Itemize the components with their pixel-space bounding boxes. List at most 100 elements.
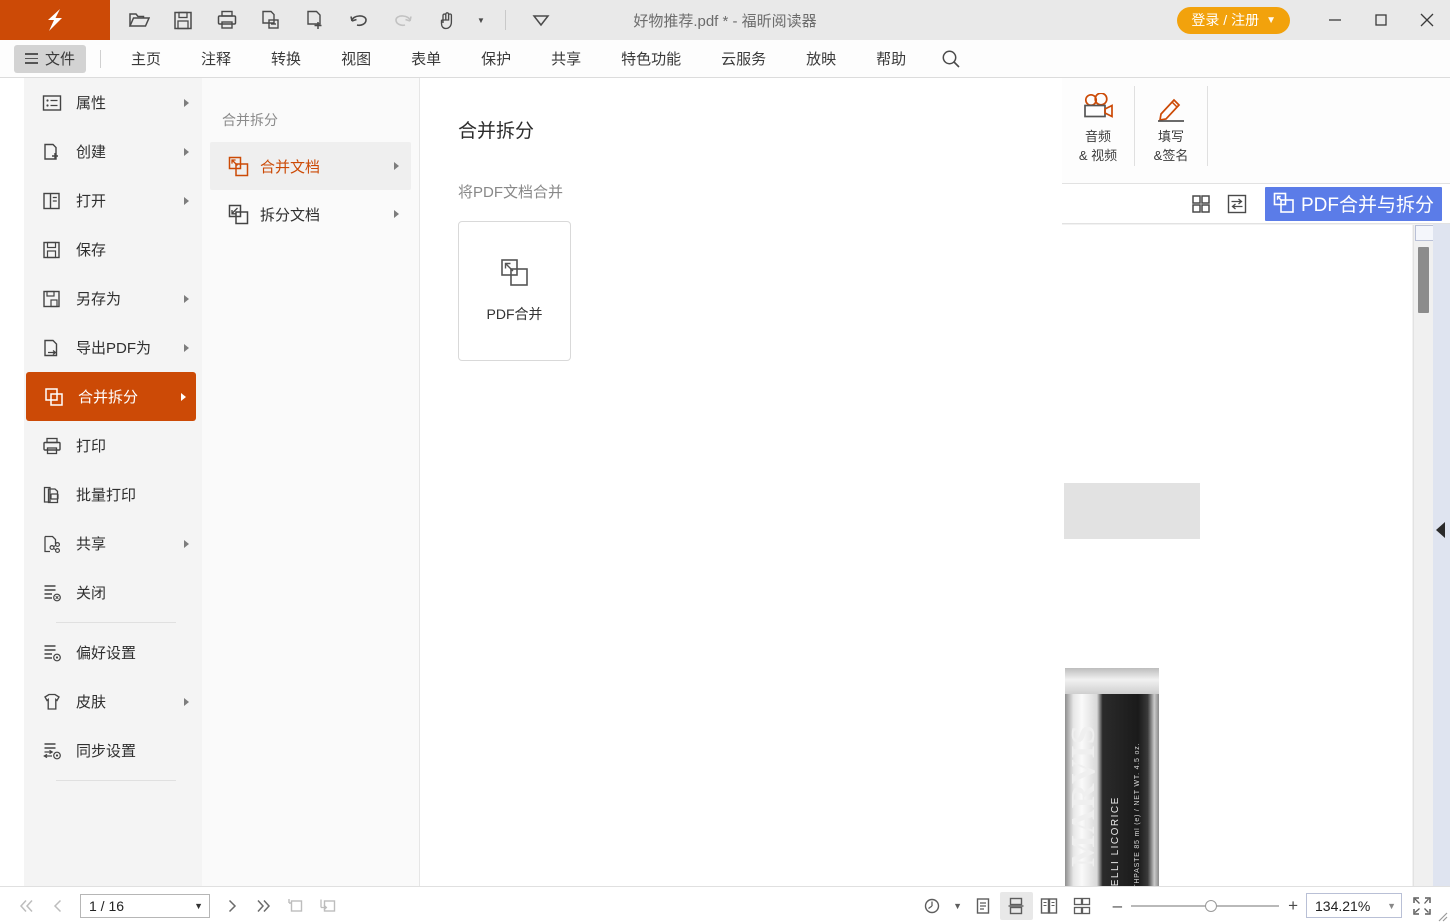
page-image-block <box>1064 483 1200 539</box>
two-page-icon[interactable] <box>1033 892 1066 920</box>
hand-tool-dropdown-icon[interactable]: ▼ <box>477 16 485 25</box>
tab-comment[interactable]: 注释 <box>181 40 251 78</box>
file-menu-item-create[interactable]: 创建 <box>24 127 202 176</box>
ribbon-fill-sign-label-2: &签名 <box>1154 147 1189 166</box>
zoom-level-input[interactable]: 134.21% ▼ <box>1306 893 1402 918</box>
print-icon[interactable] <box>212 5 242 35</box>
two-page-scroll-icon[interactable] <box>1066 892 1099 920</box>
chevron-down-icon[interactable]: ▼ <box>194 901 203 911</box>
save-icon[interactable] <box>168 5 198 35</box>
zoom-out-button[interactable]: – <box>1113 897 1122 914</box>
pdf-page-view[interactable]: MARVIS RELLI LICORICE OTHPASTE 85 ml (e)… <box>1062 225 1412 886</box>
file-menu-label: 关闭 <box>76 582 106 603</box>
zoom-slider-knob[interactable] <box>1205 900 1217 912</box>
file-menu-item-export-pdf[interactable]: 导出PDF为 <box>24 323 202 372</box>
file-menu-item-merge-split[interactable]: 合并拆分 <box>26 372 196 421</box>
product-detail-text: OTHPASTE 85 ml (e) / NET WT. 4.5 oz. <box>1134 695 1160 886</box>
tab-help[interactable]: 帮助 <box>856 40 926 78</box>
ribbon-fill-sign-button[interactable]: 填写 &签名 <box>1135 78 1207 182</box>
rotate-dropdown-icon[interactable]: ▼ <box>949 892 967 920</box>
file-menu-label: 属性 <box>76 92 106 113</box>
file-menu-item-batch-print[interactable]: 批量打印 <box>24 470 202 519</box>
submenu-item-merge-doc[interactable]: 合并文档 <box>210 142 411 190</box>
close-button[interactable] <box>1404 0 1450 40</box>
hand-tool-icon[interactable] <box>432 5 462 35</box>
delete-page-icon[interactable] <box>256 5 286 35</box>
window-controls: 登录 / 注册 ▼ <box>1177 0 1450 40</box>
open-doc-icon <box>42 191 76 211</box>
maximize-button[interactable] <box>1358 0 1404 40</box>
chevron-right-icon <box>184 99 189 107</box>
submenu-title: 合并拆分 <box>202 78 419 142</box>
single-page-icon[interactable] <box>967 892 1000 920</box>
file-menu-item-open[interactable]: 打开 <box>24 176 202 225</box>
file-menu-label: 共享 <box>76 533 106 554</box>
zoom-slider[interactable]: – + <box>1113 897 1298 914</box>
split-doc-icon <box>228 204 260 225</box>
first-page-icon[interactable] <box>10 892 42 920</box>
content-subtitle: 将PDF文档合并 <box>421 143 1062 202</box>
pdf-merge-card-label: PDF合并 <box>487 304 543 324</box>
rotate-icon[interactable] <box>916 892 949 920</box>
customize-icon[interactable] <box>526 5 556 35</box>
tab-view[interactable]: 视图 <box>321 40 391 78</box>
vertical-scrollbar[interactable] <box>1413 225 1433 886</box>
pdf-merge-split-badge[interactable]: PDF合并与拆分 <box>1265 187 1442 221</box>
fit-width-icon[interactable] <box>312 892 344 920</box>
resize-grip-icon[interactable] <box>1434 908 1448 922</box>
file-menu-label: 同步设置 <box>76 740 136 761</box>
batch-print-icon <box>42 485 76 505</box>
next-page-icon[interactable] <box>216 892 248 920</box>
open-icon[interactable] <box>124 5 154 35</box>
tab-present[interactable]: 放映 <box>786 40 856 78</box>
tab-protect[interactable]: 保护 <box>461 40 531 78</box>
zoom-in-button[interactable]: + <box>1288 897 1298 914</box>
content-title: 合并拆分 <box>421 78 1062 143</box>
tab-features[interactable]: 特色功能 <box>601 40 701 78</box>
scrollbar-thumb[interactable] <box>1418 247 1429 313</box>
file-menu-item-sync-settings[interactable]: 同步设置 <box>24 726 202 775</box>
file-menu-item-skin[interactable]: 皮肤 <box>24 677 202 726</box>
search-icon[interactable] <box>940 48 962 70</box>
last-page-icon[interactable] <box>248 892 280 920</box>
ribbon-audio-video-button[interactable]: 音频 & 视频 <box>1062 78 1134 182</box>
pdf-merge-split-badge-label: PDF合并与拆分 <box>1301 190 1434 217</box>
tab-file[interactable]: 文件 <box>14 45 86 73</box>
prev-page-icon[interactable] <box>42 892 74 920</box>
tab-share[interactable]: 共享 <box>531 40 601 78</box>
page-number-input[interactable]: 1 / 16 ▼ <box>80 894 210 918</box>
collapse-panel-arrow-icon[interactable] <box>1436 522 1445 538</box>
file-menu-item-preferences[interactable]: 偏好设置 <box>24 628 202 677</box>
fit-page-icon[interactable] <box>280 892 312 920</box>
file-menu-item-save[interactable]: 保存 <box>24 225 202 274</box>
tab-home[interactable]: 主页 <box>111 40 181 78</box>
add-page-icon[interactable] <box>300 5 330 35</box>
zoom-level-value: 134.21% <box>1315 898 1370 914</box>
grid-view-icon[interactable] <box>1191 194 1211 214</box>
file-menu-item-properties[interactable]: 属性 <box>24 78 202 127</box>
file-menu-item-share[interactable]: 共享 <box>24 519 202 568</box>
pdf-merge-card[interactable]: PDF合并 <box>458 221 571 361</box>
file-menu-label: 合并拆分 <box>78 386 138 407</box>
toolbar-separator <box>505 10 506 30</box>
zoom-slider-track[interactable] <box>1131 905 1279 907</box>
preferences-icon <box>42 643 76 663</box>
file-menu-item-close[interactable]: 关闭 <box>24 568 202 617</box>
file-menu-item-save-as[interactable]: 另存为 <box>24 274 202 323</box>
submenu-item-split-doc[interactable]: 拆分文档 <box>210 190 411 238</box>
scrollbar-top-box[interactable] <box>1415 225 1434 241</box>
chevron-down-icon[interactable]: ▼ <box>1387 901 1396 911</box>
file-menu-item-print[interactable]: 打印 <box>24 421 202 470</box>
chevron-right-icon <box>394 210 399 218</box>
continuous-scroll-icon[interactable] <box>1000 892 1033 920</box>
tab-form[interactable]: 表单 <box>391 40 461 78</box>
chevron-right-icon <box>181 393 186 401</box>
file-submenu-panel: 合并拆分 合并文档 <box>202 78 420 886</box>
tab-cloud[interactable]: 云服务 <box>701 40 786 78</box>
swap-icon[interactable] <box>1227 194 1247 214</box>
file-menu-label: 批量打印 <box>76 484 136 505</box>
minimize-button[interactable] <box>1312 0 1358 40</box>
login-register-button[interactable]: 登录 / 注册 ▼ <box>1177 7 1290 34</box>
undo-icon[interactable] <box>344 5 374 35</box>
tab-convert[interactable]: 转换 <box>251 40 321 78</box>
